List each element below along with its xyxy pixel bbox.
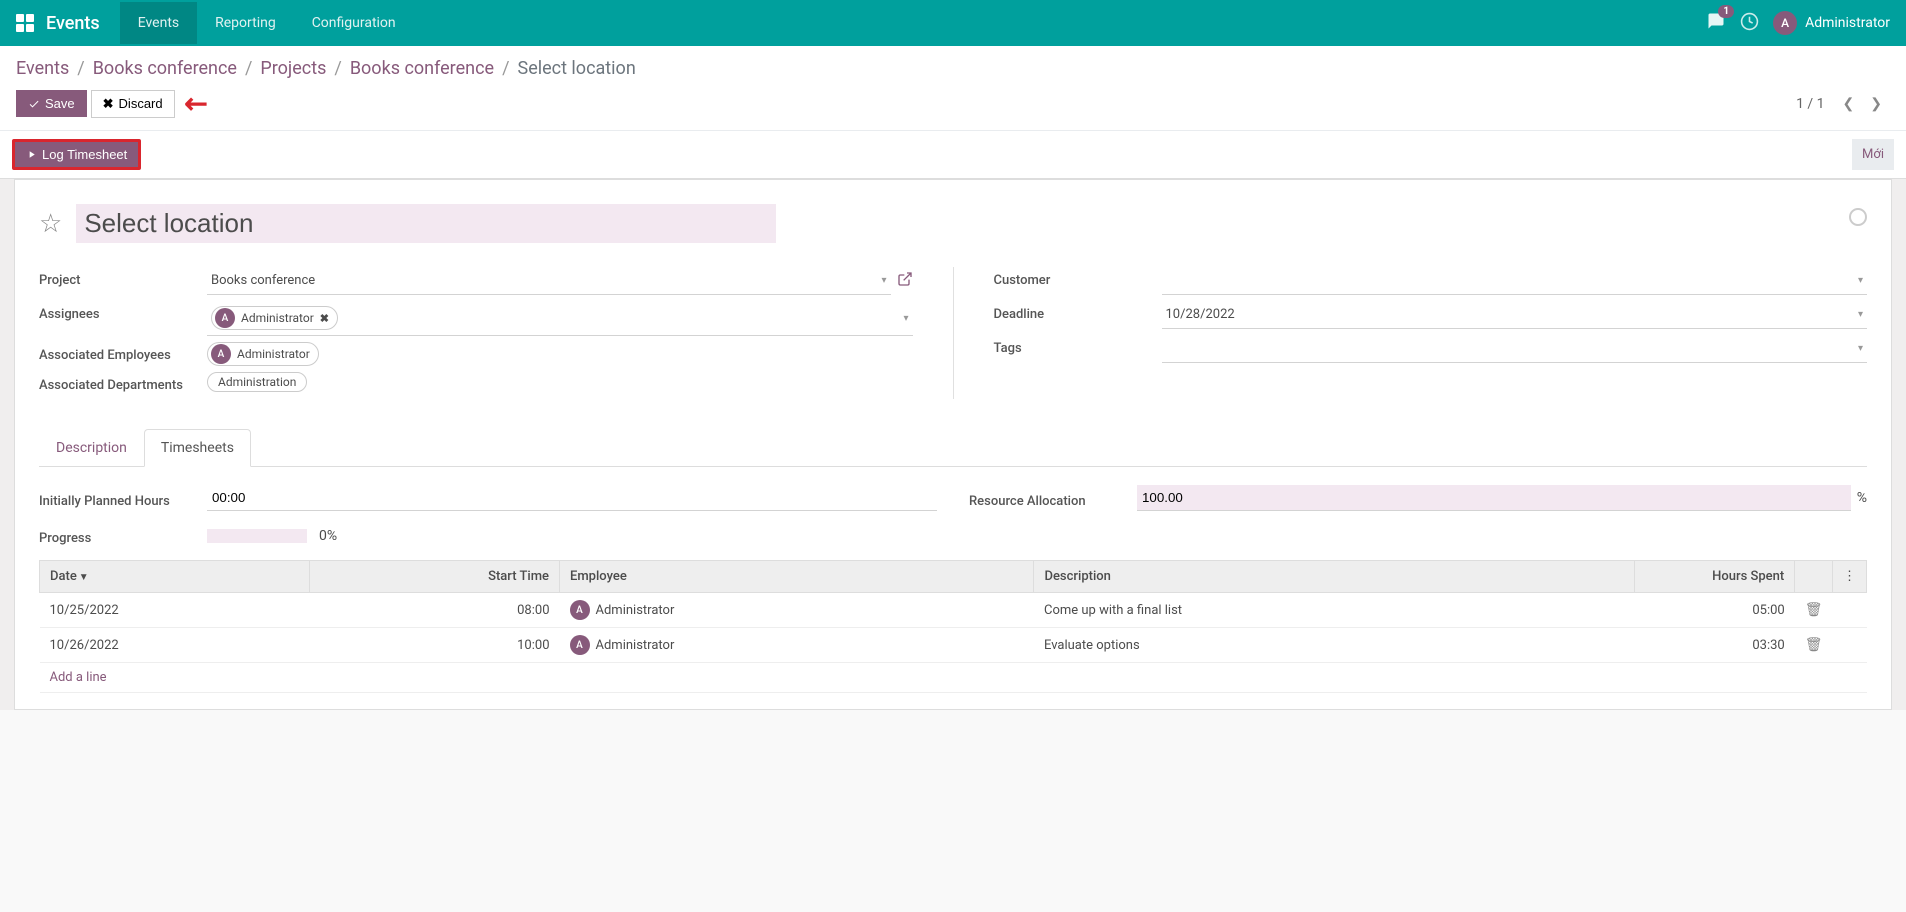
cell-start[interactable]: 08:00: [310, 593, 560, 628]
col-description[interactable]: Description: [1034, 561, 1635, 593]
label-deadline: Deadline: [994, 301, 1162, 322]
nav-events[interactable]: Events: [120, 2, 197, 44]
deadline-field[interactable]: 10/28/2022▾: [1162, 301, 1868, 329]
save-button[interactable]: Save: [16, 90, 87, 117]
log-timesheet-button[interactable]: Log Timesheet: [12, 139, 141, 170]
customer-field[interactable]: ▾: [1162, 267, 1868, 295]
assignees-field[interactable]: A Administrator ✖ ▾: [207, 301, 913, 336]
table-row[interactable]: 10/26/202210:00AAdministratorEvaluate op…: [40, 628, 1867, 663]
progress-pct: 0%: [319, 528, 337, 544]
cell-description[interactable]: Come up with a final list: [1034, 593, 1635, 628]
tab-description[interactable]: Description: [39, 429, 144, 467]
cell-date[interactable]: 10/25/2022: [40, 593, 310, 628]
label-assignees: Assignees: [39, 301, 207, 322]
label-tags: Tags: [994, 335, 1162, 356]
col-employee[interactable]: Employee: [560, 561, 1034, 593]
cell-start[interactable]: 10:00: [310, 628, 560, 663]
delete-row-icon[interactable]: 🗑: [1805, 637, 1823, 653]
task-title-input[interactable]: [76, 204, 776, 243]
crumb-books-conf-2[interactable]: Books conference: [350, 58, 494, 79]
col-hours-spent[interactable]: Hours Spent: [1635, 561, 1795, 593]
cell-employee[interactable]: AAdministrator: [560, 628, 1034, 663]
label-resource-alloc: Resource Allocation: [969, 488, 1137, 509]
label-progress: Progress: [39, 525, 207, 546]
resource-alloc-input[interactable]: [1137, 485, 1851, 511]
favorite-star-icon[interactable]: ☆: [39, 209, 62, 239]
col-start-time[interactable]: Start Time: [310, 561, 560, 593]
assoc-emp-tag[interactable]: A Administrator: [207, 342, 319, 366]
add-line-link[interactable]: Add a line: [40, 663, 1867, 693]
nav-configuration[interactable]: Configuration: [294, 2, 414, 44]
action-bar: Save ✖ Discard ↙ 1 / 1 ❮ ❯: [0, 87, 1906, 130]
status-new[interactable]: Mới: [1852, 139, 1894, 170]
crumb-books-conf-1[interactable]: Books conference: [93, 58, 237, 79]
navbar: Events Events Reporting Configuration 1 …: [0, 0, 1906, 46]
annotation-arrow: ↙: [176, 84, 216, 124]
user-avatar: A: [1773, 11, 1797, 35]
chat-icon[interactable]: 1: [1706, 12, 1726, 34]
log-timesheet-bar: Log Timesheet Mới: [0, 130, 1906, 178]
cell-date[interactable]: 10/26/2022: [40, 628, 310, 663]
pager-next[interactable]: ❯: [1862, 92, 1890, 116]
apps-launcher-icon[interactable]: [16, 14, 34, 32]
project-field[interactable]: Books conference▾: [207, 267, 891, 295]
planned-hours-input[interactable]: [207, 485, 937, 511]
label-project: Project: [39, 267, 207, 288]
tab-timesheets[interactable]: Timesheets: [144, 429, 251, 467]
table-row[interactable]: 10/25/202208:00AAdministratorCome up wit…: [40, 593, 1867, 628]
progress-bar: [207, 529, 307, 543]
label-assoc-dept: Associated Departments: [39, 372, 207, 393]
emp-avatar: A: [570, 635, 590, 655]
table-options-icon[interactable]: ⋮: [1833, 561, 1867, 593]
remove-assignee-icon[interactable]: ✖: [320, 312, 329, 325]
timesheet-table: Date▼ Start Time Employee Description Ho…: [39, 560, 1867, 693]
label-assoc-emp: Associated Employees: [39, 342, 207, 363]
kanban-stage-circle[interactable]: [1849, 208, 1867, 226]
activity-icon[interactable]: [1740, 12, 1759, 35]
cell-employee[interactable]: AAdministrator: [560, 593, 1034, 628]
breadcrumb-row: Events/ Books conference/ Projects/ Book…: [0, 46, 1906, 87]
form-sheet: ☆ Project Books conference▾: [14, 179, 1892, 710]
col-date[interactable]: Date▼: [40, 561, 310, 593]
external-link-icon[interactable]: [897, 271, 913, 291]
cell-hours[interactable]: 05:00: [1635, 593, 1795, 628]
tags-field[interactable]: ▾: [1162, 335, 1868, 363]
cell-description[interactable]: Evaluate options: [1034, 628, 1635, 663]
pager-prev[interactable]: ❮: [1835, 92, 1863, 116]
tabs: Description Timesheets: [39, 429, 1867, 467]
label-planned-hours: Initially Planned Hours: [39, 488, 207, 509]
chat-badge: 1: [1718, 5, 1734, 18]
resource-unit: %: [1857, 490, 1867, 506]
crumb-events[interactable]: Events: [16, 58, 69, 79]
assoc-dept-tag[interactable]: Administration: [207, 372, 307, 392]
sort-caret-icon: ▼: [79, 572, 89, 583]
nav-reporting[interactable]: Reporting: [197, 2, 294, 44]
emp-avatar: A: [570, 600, 590, 620]
assignee-tag[interactable]: A Administrator ✖: [211, 306, 338, 330]
breadcrumb: Events/ Books conference/ Projects/ Book…: [16, 58, 636, 79]
pager: 1 / 1 ❮ ❯: [1796, 92, 1890, 116]
pager-count: 1 / 1: [1796, 96, 1824, 112]
user-name: Administrator: [1805, 15, 1890, 31]
label-customer: Customer: [994, 267, 1162, 288]
crumb-projects[interactable]: Projects: [260, 58, 326, 79]
user-menu[interactable]: A Administrator: [1773, 11, 1890, 35]
delete-row-icon[interactable]: 🗑: [1805, 602, 1823, 618]
app-title: Events: [46, 13, 100, 34]
cell-hours[interactable]: 03:30: [1635, 628, 1795, 663]
crumb-current: Select location: [518, 58, 636, 79]
discard-button[interactable]: ✖ Discard: [91, 90, 175, 118]
